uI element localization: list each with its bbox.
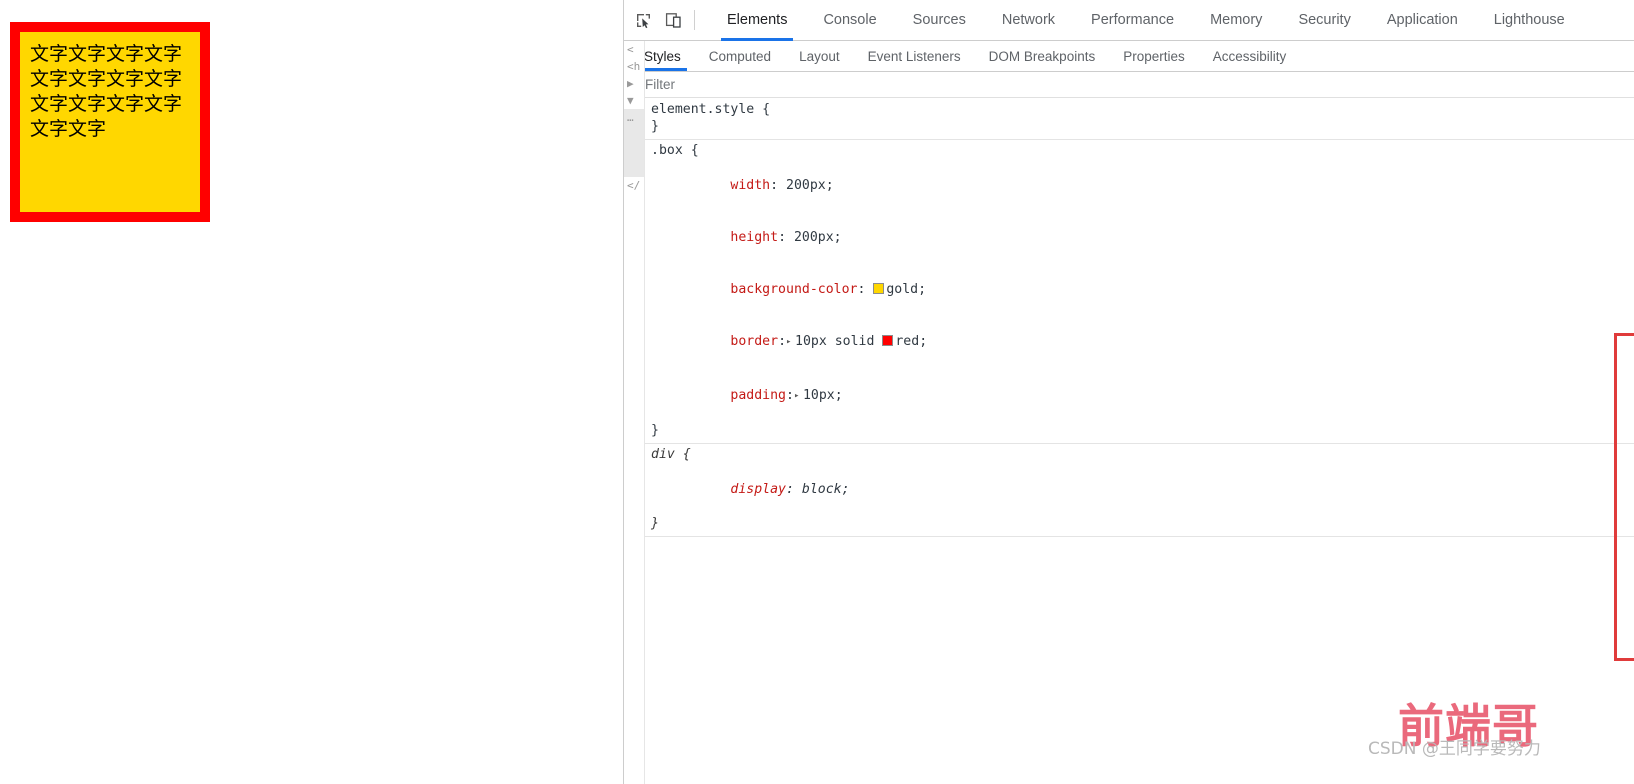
css-prop-name: border bbox=[730, 334, 779, 350]
tab-event-listeners[interactable]: Event Listeners bbox=[854, 41, 975, 71]
dom-sliver-row: < bbox=[627, 43, 634, 56]
css-declaration-height[interactable]: height: 200px; bbox=[651, 211, 1634, 263]
css-declaration-border[interactable]: border:▸ 10px solid red; bbox=[651, 316, 1634, 369]
tab-network[interactable]: Network bbox=[984, 0, 1073, 41]
tab-styles-label: Styles bbox=[644, 48, 681, 64]
css-prop-name: display bbox=[730, 481, 786, 497]
css-rule-box[interactable]: .box { width: 200px; height: 200px; back… bbox=[645, 140, 1634, 444]
css-declaration-padding[interactable]: padding:▸ 10px; bbox=[651, 369, 1634, 422]
css-declaration-background-color[interactable]: background-color: gold; bbox=[651, 264, 1634, 316]
tab-computed-label: Computed bbox=[708, 48, 772, 64]
css-prop-value: block bbox=[801, 481, 842, 497]
tab-event-listeners-label: Event Listeners bbox=[867, 48, 961, 64]
tab-properties-label: Properties bbox=[1123, 48, 1185, 64]
tab-layout-label: Layout bbox=[799, 48, 840, 64]
css-rule-element-style[interactable]: element.style { } bbox=[645, 99, 1634, 140]
dom-sliver-expand-icon[interactable]: ▶ bbox=[624, 75, 644, 92]
css-rule-close: } bbox=[651, 423, 659, 439]
main-tabs-list: Elements Console Sources Network Perform… bbox=[709, 0, 1583, 41]
css-prop-name: height bbox=[730, 229, 779, 245]
tab-memory-label: Memory bbox=[1210, 12, 1263, 28]
css-rule-close: } bbox=[651, 119, 659, 135]
dom-sliver-selected-row[interactable]: … bbox=[624, 109, 644, 126]
css-declaration-width[interactable]: width: 200px; bbox=[651, 159, 1634, 211]
tab-performance[interactable]: Performance bbox=[1073, 0, 1192, 41]
chevron-right-icon[interactable]: ▸ bbox=[786, 334, 795, 351]
tab-network-label: Network bbox=[1001, 12, 1056, 28]
devtools-toolbar-icons bbox=[624, 9, 709, 31]
dom-sliver-row bbox=[624, 126, 644, 143]
device-toolbar-icon[interactable] bbox=[662, 9, 684, 31]
dom-sliver-collapse-icon[interactable]: ▼ bbox=[624, 92, 644, 109]
css-rule-close: } bbox=[651, 516, 659, 532]
styles-filter-input[interactable]: Filter bbox=[645, 77, 675, 92]
tab-performance-label: Performance bbox=[1091, 12, 1175, 28]
tab-dom-breakpoints-label: DOM Breakpoints bbox=[988, 48, 1096, 64]
tab-layout[interactable]: Layout bbox=[785, 41, 854, 71]
css-prop-name: background-color bbox=[730, 282, 858, 298]
tab-elements[interactable]: Elements bbox=[709, 0, 805, 41]
chevron-right-icon[interactable]: ▸ bbox=[794, 388, 803, 405]
watermark-credit: CSDN @王同学要努力 bbox=[1368, 739, 1541, 759]
css-prop-name: padding bbox=[730, 387, 786, 403]
tab-accessibility-label: Accessibility bbox=[1212, 48, 1287, 64]
styles-filter-bar[interactable]: Filter bbox=[624, 72, 1634, 98]
devtools-sub-tabbar: Styles Computed Layout Event Listeners D… bbox=[624, 41, 1634, 72]
tab-security-label: Security bbox=[1298, 12, 1351, 28]
tab-console-label: Console bbox=[823, 12, 877, 28]
demo-box-text: 文字文字文字文字文字文字文字文字文字文字文字文字文字文字 bbox=[30, 43, 183, 141]
watermark: 前端哥 CSDN @王同学要努力 bbox=[1368, 690, 1628, 770]
css-prop-name: width bbox=[730, 177, 771, 193]
tab-accessibility[interactable]: Accessibility bbox=[1199, 41, 1301, 71]
red-color-swatch-icon[interactable] bbox=[882, 335, 894, 347]
tab-dom-breakpoints[interactable]: DOM Breakpoints bbox=[975, 41, 1110, 71]
tab-computed[interactable]: Computed bbox=[695, 41, 785, 71]
css-prop-value[interactable]: 200px bbox=[794, 230, 834, 245]
tab-security[interactable]: Security bbox=[1280, 0, 1368, 41]
styles-rules-pane: element.style { } .box { width: 200px; h… bbox=[645, 99, 1634, 537]
tab-lighthouse[interactable]: Lighthouse bbox=[1476, 0, 1583, 41]
devtools-panel: Elements Console Sources Network Perform… bbox=[623, 0, 1634, 784]
css-prop-value[interactable]: 10px bbox=[803, 388, 835, 403]
css-declaration-display[interactable]: display: block; bbox=[651, 463, 1634, 515]
gold-color-swatch-icon[interactable] bbox=[873, 283, 885, 295]
devtools-main-tabbar: Elements Console Sources Network Perform… bbox=[624, 0, 1634, 41]
css-rule-div[interactable]: div { display: block; } bbox=[645, 444, 1634, 537]
css-selector: .box { bbox=[651, 142, 699, 158]
css-selector: div { bbox=[651, 446, 691, 462]
css-prop-value-keyword[interactable]: red bbox=[895, 334, 919, 349]
dom-sliver-row: <h bbox=[627, 60, 641, 73]
css-prop-value[interactable]: gold bbox=[886, 282, 918, 297]
dom-sliver-close-tag: </ bbox=[627, 179, 641, 192]
dom-sliver-row bbox=[624, 160, 644, 177]
css-selector: element.style { bbox=[651, 102, 771, 117]
css-prop-value[interactable]: 200px bbox=[786, 178, 826, 193]
toolbar-divider bbox=[694, 10, 695, 30]
tab-sources[interactable]: Sources bbox=[895, 0, 984, 41]
tab-lighthouse-label: Lighthouse bbox=[1493, 12, 1565, 28]
tab-application[interactable]: Application bbox=[1369, 0, 1476, 41]
tab-memory[interactable]: Memory bbox=[1192, 0, 1280, 41]
tab-application-label: Application bbox=[1386, 12, 1458, 28]
tab-properties[interactable]: Properties bbox=[1109, 41, 1199, 71]
dom-tree-sliver[interactable]: < <h ▶ ▼ … </ bbox=[624, 41, 645, 784]
tab-console[interactable]: Console bbox=[805, 0, 894, 41]
inspect-element-icon[interactable] bbox=[632, 9, 654, 31]
tab-elements-label: Elements bbox=[727, 12, 788, 28]
dom-sliver-row bbox=[624, 143, 644, 160]
tab-sources-label: Sources bbox=[912, 12, 966, 28]
demo-box: 文字文字文字文字文字文字文字文字文字文字文字文字文字文字 bbox=[10, 22, 210, 222]
page-viewport: 文字文字文字文字文字文字文字文字文字文字文字文字文字文字 bbox=[0, 0, 623, 784]
